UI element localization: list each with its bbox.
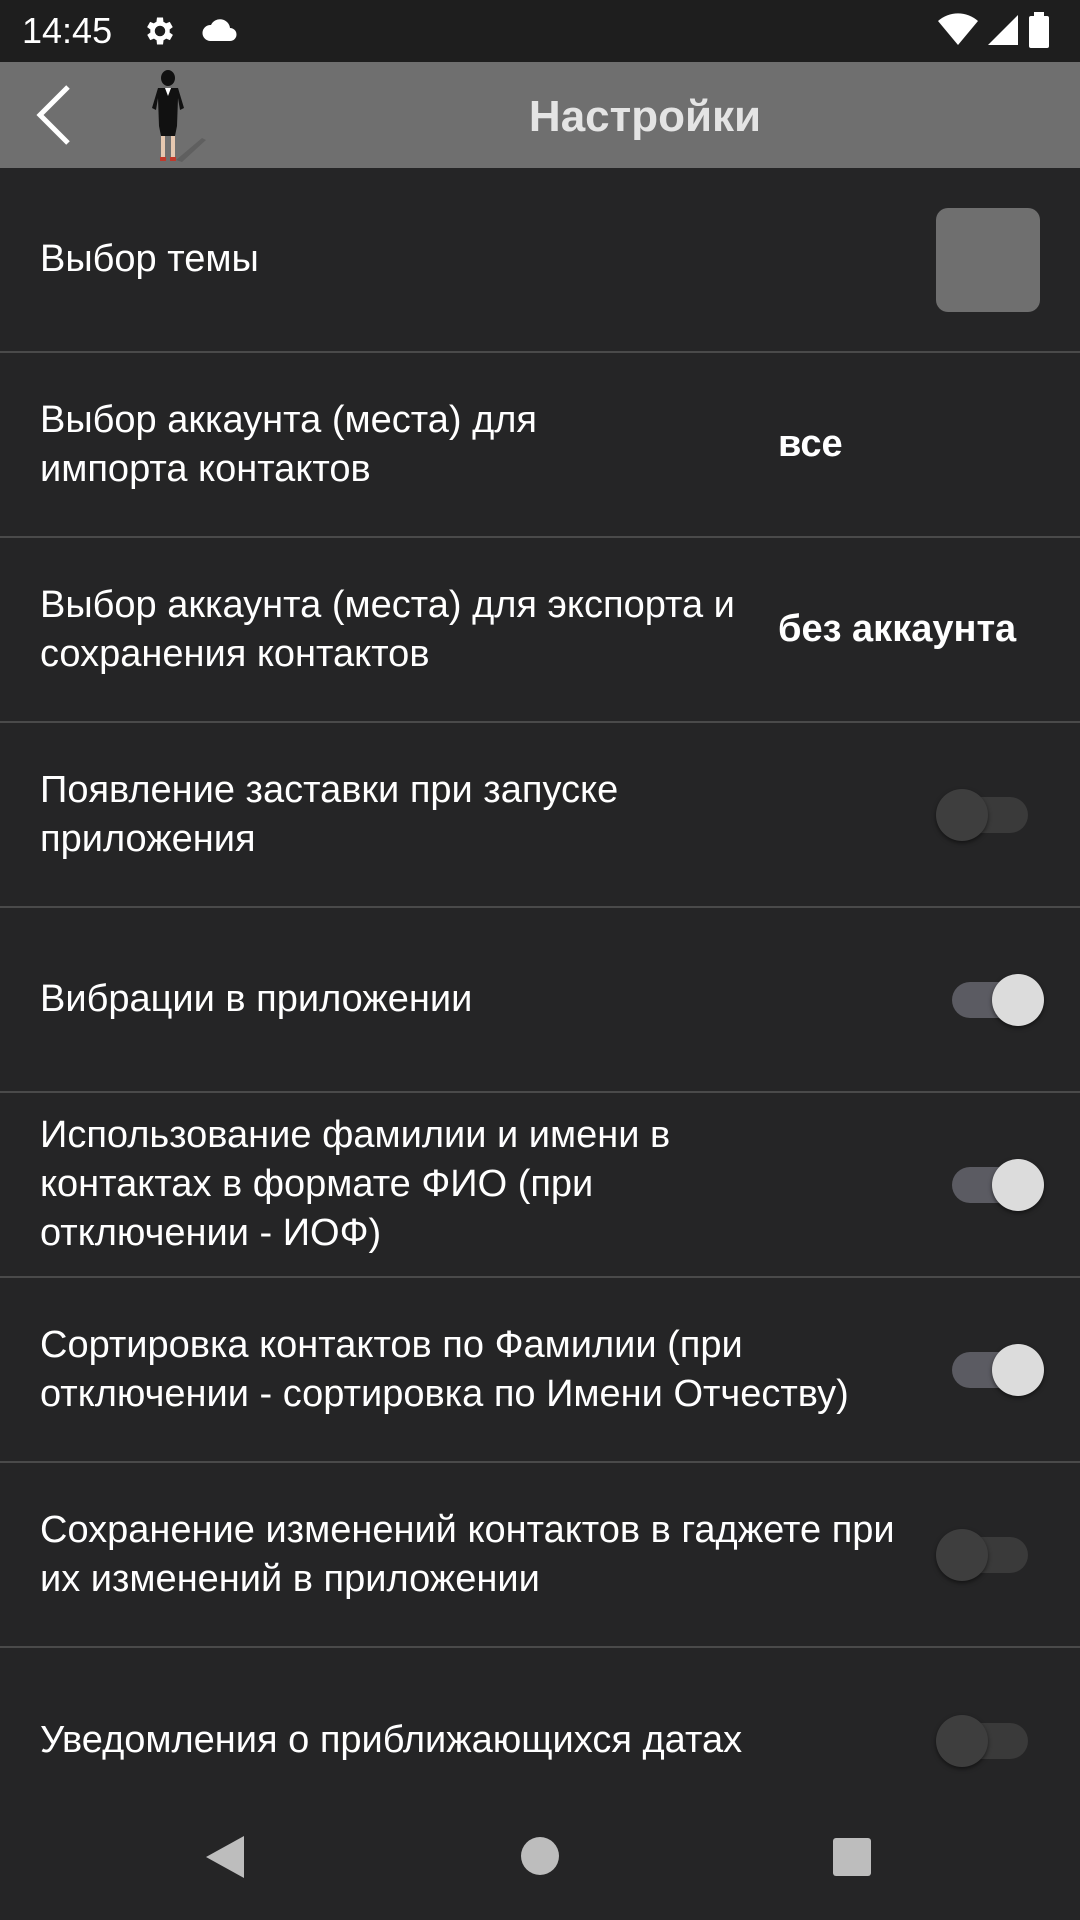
toggle-thumb [936, 1528, 988, 1581]
status-time: 14:45 [22, 10, 113, 51]
setting-label: Использование фамилии и имени в контакта… [40, 1114, 671, 1254]
setting-name-format[interactable]: Использование фамилии и имени в контакта… [0, 1093, 1080, 1278]
toggle-thumb [992, 1158, 1044, 1211]
setting-label: Выбор аккаунта (места) для импорта конта… [40, 398, 537, 490]
setting-label: Сохранение изменений контактов в гаджете… [40, 1508, 895, 1600]
toggle-thumb [936, 1714, 988, 1767]
setting-value: без аккаунта [778, 608, 1017, 650]
theme-swatch[interactable] [936, 207, 1040, 312]
splash-toggle[interactable] [936, 787, 1030, 843]
toggle-thumb [992, 1343, 1044, 1396]
settings-list: Выбор темы Выбор аккаунта (места) для им… [0, 168, 1080, 1833]
setting-theme[interactable]: Выбор темы [0, 168, 1080, 353]
wifi-icon [938, 13, 978, 45]
setting-label: Выбор аккаунта (места) для экспорта и со… [40, 583, 735, 675]
setting-export-account[interactable]: Выбор аккаунта (места) для экспорта и со… [0, 538, 1080, 723]
vibration-toggle[interactable] [948, 972, 1044, 1028]
save-changes-toggle[interactable] [936, 1527, 1030, 1583]
setting-import-account[interactable]: Выбор аккаунта (места) для импорта конта… [0, 353, 1080, 538]
setting-sort-by-surname[interactable]: Сортировка контактов по Фамилии (при отк… [0, 1278, 1080, 1463]
notifications-toggle[interactable] [936, 1713, 1030, 1769]
app-bar: Настройки [0, 62, 1080, 168]
name-format-toggle[interactable] [948, 1157, 1044, 1213]
setting-value: все [778, 423, 843, 465]
setting-label: Уведомления о приближающихся датах [40, 1719, 743, 1761]
gear-icon [147, 17, 173, 45]
nav-home-icon[interactable] [520, 1836, 560, 1876]
sort-toggle[interactable] [948, 1342, 1044, 1398]
setting-vibration[interactable]: Вибрации в приложении [0, 908, 1080, 1093]
signal-icon [988, 15, 1018, 45]
setting-save-changes[interactable]: Сохранение изменений контактов в гаджете… [0, 1463, 1080, 1648]
cloud-icon [202, 19, 237, 41]
setting-label: Выбор темы [40, 238, 259, 280]
nav-back-icon[interactable] [204, 1834, 246, 1880]
nav-recents-icon[interactable] [832, 1837, 872, 1877]
toggle-thumb [992, 973, 1044, 1026]
page-title: Настройки [528, 92, 762, 141]
setting-label: Вибрации в приложении [40, 978, 473, 1020]
battery-icon [1029, 12, 1049, 48]
setting-label: Сортировка контактов по Фамилии (при отк… [40, 1323, 849, 1415]
navigation-bar [0, 1780, 1080, 1920]
toggle-thumb [936, 788, 988, 841]
setting-label: Появление заставки при запуске приложени… [40, 768, 619, 860]
status-bar: 14:45 [0, 0, 1080, 62]
setting-splash[interactable]: Появление заставки при запуске приложени… [0, 723, 1080, 908]
